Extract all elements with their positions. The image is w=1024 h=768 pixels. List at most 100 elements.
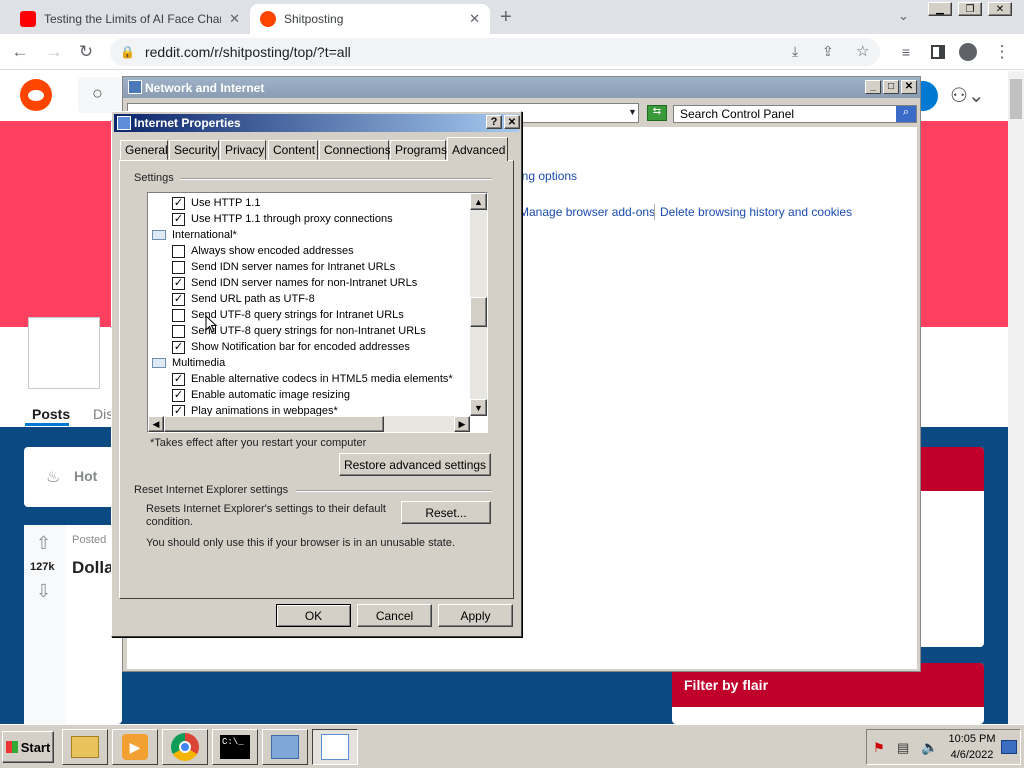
close-icon[interactable]: ✕ — [988, 2, 1012, 16]
checkbox-unchecked[interactable] — [172, 308, 185, 322]
apply-button[interactable]: Apply — [438, 604, 513, 627]
clock-time[interactable]: 10:05 PM — [947, 733, 997, 745]
reading-list-icon[interactable]: ≡ — [894, 40, 918, 64]
back-icon[interactable]: ← — [8, 40, 32, 64]
checkbox-checked[interactable]: ✓ — [172, 388, 185, 402]
minimize-icon[interactable]: ▁ — [928, 2, 952, 16]
restore-icon[interactable]: ❐ — [958, 2, 982, 16]
settings-checkbox-row[interactable]: ✓ Send URL path as UTF-8 — [172, 291, 315, 307]
search-control-panel-input[interactable]: Search Control Panel — [673, 105, 917, 123]
link-separator — [654, 204, 655, 220]
cancel-button[interactable]: Cancel — [357, 604, 432, 627]
reddit-login-button[interactable] — [918, 81, 938, 111]
volume-icon[interactable]: 🔈 — [921, 739, 938, 756]
checkbox-checked[interactable]: ✓ — [172, 196, 185, 210]
restore-advanced-button[interactable]: Restore advanced settings — [339, 453, 491, 476]
reset-button[interactable]: Reset... — [401, 501, 491, 524]
settings-item-label: Multimedia — [172, 357, 226, 369]
tab-privacy[interactable]: Privacy — [220, 140, 266, 160]
tab-connections[interactable]: Connections — [319, 140, 391, 160]
settings-checkbox-row[interactable]: Always show encoded addresses — [172, 243, 354, 259]
checkbox-checked[interactable]: ✓ — [172, 212, 185, 226]
close-button[interactable]: ✕ — [504, 115, 520, 129]
settings-checkbox-row[interactable]: ✓ Enable alternative codecs in HTML5 medi… — [172, 371, 453, 387]
scroll-up-icon[interactable]: ▲ — [470, 193, 487, 210]
downvote-icon[interactable]: ⇩ — [36, 581, 51, 602]
checkbox-unchecked[interactable] — [172, 324, 185, 338]
action-center-icon[interactable]: ⚑ — [873, 740, 885, 756]
settings-checkbox-row[interactable]: ✓ Enable automatic image resizing — [172, 387, 350, 403]
close-tab-icon[interactable]: ✕ — [469, 11, 480, 27]
taskbar-cmd[interactable]: C:\_ — [212, 729, 258, 765]
tab-search-icon[interactable]: ⌄ — [898, 8, 909, 24]
checkbox-checked[interactable]: ✓ — [172, 276, 185, 290]
profile-avatar-icon[interactable] — [956, 40, 980, 64]
install-icon[interactable]: ⤓ — [792, 43, 798, 60]
settings-checkbox-row[interactable]: ✓ Use HTTP 1.1 through proxy connections — [172, 211, 393, 227]
tab-programs[interactable]: Programs — [390, 140, 447, 160]
menu-icon[interactable]: ⋮ — [990, 40, 1014, 64]
maximize-icon[interactable]: □ — [883, 80, 899, 94]
start-button[interactable]: Start — [2, 731, 54, 763]
link-options[interactable]: ring options — [515, 169, 577, 183]
tab-content[interactable]: Content — [268, 140, 318, 160]
settings-hscroll[interactable]: ◀ ▶ — [148, 416, 470, 432]
reddit-logo-icon[interactable] — [20, 79, 52, 111]
go-icon[interactable]: ⇆ — [647, 105, 667, 121]
new-tab-button[interactable]: + — [500, 6, 512, 29]
scrollbar-thumb[interactable] — [470, 297, 487, 327]
taskbar-internet-properties[interactable] — [312, 729, 358, 765]
checkbox-unchecked[interactable] — [172, 260, 185, 274]
tab-shitposting[interactable]: Shitposting ✕ — [250, 4, 490, 34]
address-bar[interactable]: 🔒 reddit.com/r/shitposting/top/?t=all ⤓ … — [110, 38, 880, 66]
media-player-icon: ▶ — [122, 734, 148, 760]
search-icon[interactable]: ⌕ — [896, 106, 916, 122]
post-title[interactable]: Dolla — [72, 558, 114, 578]
tab-general[interactable]: General — [120, 140, 168, 160]
clock-date[interactable]: 4/6/2022 — [947, 749, 997, 761]
checkbox-checked[interactable]: ✓ — [172, 372, 185, 386]
scroll-right-icon[interactable]: ▶ — [454, 416, 470, 432]
side-panel-icon[interactable] — [926, 40, 950, 64]
scroll-left-icon[interactable]: ◀ — [148, 416, 164, 432]
taskbar-chrome[interactable] — [162, 729, 208, 765]
taskbar-explorer[interactable] — [62, 729, 108, 765]
post-card[interactable]: ⇧ 127k ⇩ Posted Dolla — [24, 525, 122, 724]
share-icon[interactable]: ⇪ — [822, 43, 834, 60]
forward-icon[interactable]: → — [42, 40, 66, 64]
close-tab-icon[interactable]: ✕ — [229, 11, 240, 27]
settings-checkbox-row[interactable]: Send IDN server names for Intranet URLs — [172, 259, 395, 275]
link-manage-addons[interactable]: Manage browser add-ons — [519, 205, 655, 219]
checkbox-checked[interactable]: ✓ — [172, 340, 185, 354]
taskbar-control-panel[interactable] — [262, 729, 308, 765]
upvote-icon[interactable]: ⇧ — [36, 533, 51, 554]
checkbox-checked[interactable]: ✓ — [172, 292, 185, 306]
settings-vscroll[interactable]: ▲ ▼ — [470, 193, 487, 416]
hscroll-thumb[interactable] — [164, 416, 384, 432]
page-scrollbar[interactable] — [1008, 71, 1024, 724]
network-icon[interactable]: ▤ — [897, 740, 909, 756]
tab-security[interactable]: Security — [169, 140, 219, 160]
reload-icon[interactable]: ↻ — [74, 40, 98, 64]
settings-checkbox-row[interactable]: ✓ Show Notification bar for encoded addre… — [172, 339, 410, 355]
nav-posts[interactable]: Posts — [32, 406, 70, 422]
help-button[interactable]: ? — [486, 115, 502, 129]
link-delete-history[interactable]: Delete browsing history and cookies — [660, 205, 852, 219]
bookmark-star-icon[interactable]: ☆ — [856, 42, 869, 60]
show-desktop-icon[interactable] — [1001, 740, 1017, 754]
tab-youtube[interactable]: Testing the Limits of AI Face Chang ✕ — [10, 4, 250, 34]
user-menu-icon[interactable]: ⚇⌄ — [950, 83, 985, 108]
scroll-down-icon[interactable]: ▼ — [470, 399, 487, 416]
scrollbar-thumb[interactable] — [1010, 79, 1022, 119]
dropdown-arrow-icon[interactable]: ▼ — [628, 107, 637, 117]
minimize-icon[interactable]: _ — [865, 80, 881, 94]
sort-hot[interactable]: Hot — [74, 468, 97, 484]
tab-advanced[interactable]: Advanced — [447, 137, 508, 161]
close-icon[interactable]: ✕ — [901, 80, 917, 94]
settings-checkbox-row[interactable]: ✓ Send IDN server names for non-Intranet … — [172, 275, 417, 291]
settings-checkbox-row[interactable]: ✓ Use HTTP 1.1 — [172, 195, 261, 211]
taskbar-media-player[interactable]: ▶ — [112, 729, 158, 765]
checkbox-unchecked[interactable] — [172, 244, 185, 258]
ok-button[interactable]: OK — [276, 604, 351, 627]
settings-list[interactable]: ✓ Use HTTP 1.1 ✓ Use HTTP 1.1 through proxy… — [147, 192, 488, 433]
